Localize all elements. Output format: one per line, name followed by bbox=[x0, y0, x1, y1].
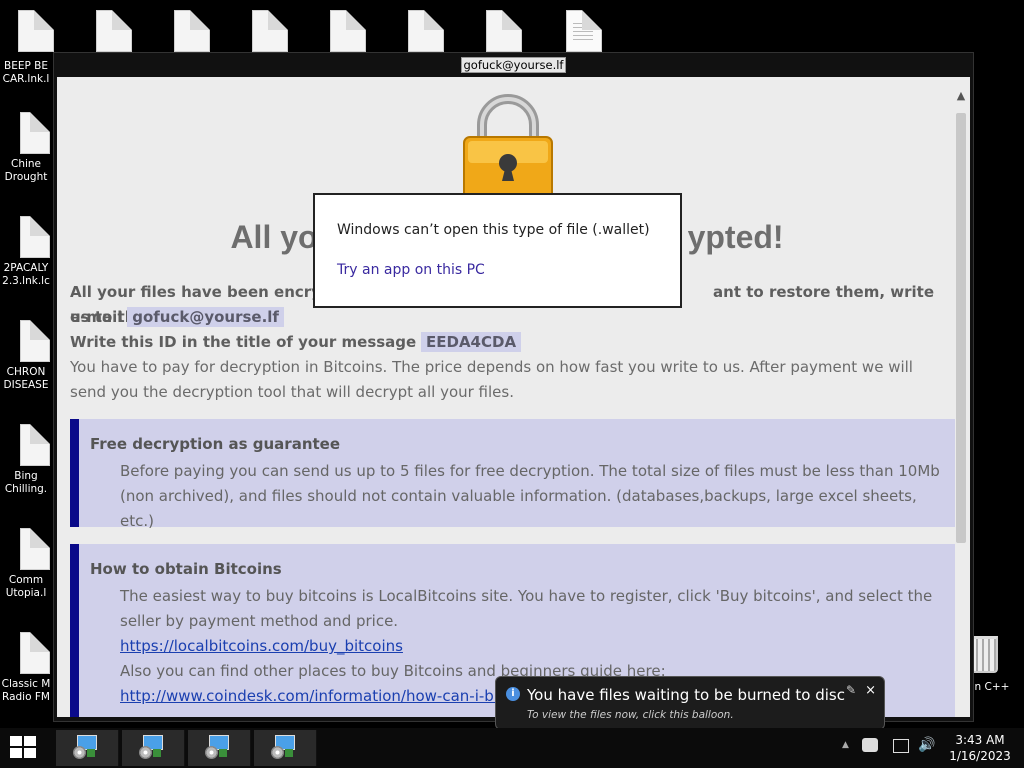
free-decryption-box: Free decryption as guarantee Before payi… bbox=[70, 419, 955, 530]
balloon-subtitle: To view the files now, click this balloo… bbox=[527, 709, 734, 721]
desktop-shortcut-label: Chine Drought bbox=[4, 158, 48, 183]
dialog-message: Windows can’t open this type of file (.w… bbox=[337, 222, 650, 238]
info-icon: i bbox=[506, 687, 520, 701]
desktop-shortcut-label: Classic M Radio FM bbox=[1, 678, 51, 703]
email-line: e-mail gofuck@yourse.lf bbox=[70, 305, 950, 330]
localbitcoins-link[interactable]: https://localbitcoins.com/buy_bitcoins bbox=[120, 634, 955, 659]
contact-email: gofuck@yourse.lf bbox=[127, 307, 284, 327]
desktop-file-icon[interactable] bbox=[174, 10, 210, 52]
window-title-bar[interactable]: gofuck@yourse.lf bbox=[54, 53, 973, 75]
desktop-shortcut-label: CHRON DISEASE bbox=[3, 366, 49, 391]
box-text: The easiest way to buy bitcoins is Local… bbox=[120, 587, 933, 630]
desktop-file-icon[interactable] bbox=[330, 10, 366, 52]
start-button[interactable] bbox=[10, 736, 38, 760]
desktop-shortcut[interactable]: Bing Chilling. bbox=[0, 424, 52, 496]
desktop-shortcut[interactable]: CHRON DISEASE bbox=[0, 320, 52, 392]
desktop-shortcut-label: BEEP BE CAR.lnk.l bbox=[2, 60, 50, 85]
file-icon bbox=[20, 632, 50, 674]
window-title: gofuck@yourse.lf bbox=[460, 57, 567, 73]
scroll-up-arrow-icon[interactable]: ▲ bbox=[954, 89, 968, 103]
desktop-shortcut[interactable]: Comm Utopia.l bbox=[0, 528, 52, 600]
desktop-shortcut[interactable]: 2PACALY 2.3.lnk.lc bbox=[0, 216, 52, 288]
clock-date: 1/16/2023 bbox=[949, 749, 1011, 763]
balloon-close-button[interactable]: × bbox=[865, 683, 876, 698]
id-line: Write this ID in the title of your messa… bbox=[70, 330, 950, 355]
installer-app-icon bbox=[205, 735, 231, 759]
desktop-file-icon[interactable] bbox=[96, 10, 132, 52]
victim-id: EEDA4CDA bbox=[421, 332, 522, 352]
installer-app-icon bbox=[139, 735, 165, 759]
box-title: Free decryption as guarantee bbox=[90, 435, 341, 453]
taskbar-app-button[interactable] bbox=[56, 730, 119, 766]
box-text: Before paying you can send us up to 5 fi… bbox=[120, 462, 940, 530]
system-clock[interactable]: 3:43 AM 1/16/2023 bbox=[945, 732, 1015, 764]
burn-disc-balloon[interactable]: i You have files waiting to be burned to… bbox=[495, 676, 885, 730]
desktop-shortcut-label: Bing Chilling. bbox=[4, 470, 48, 495]
vertical-scrollbar[interactable]: ▲ bbox=[954, 89, 968, 717]
desktop-file-icon[interactable] bbox=[252, 10, 288, 52]
desktop-shortcut[interactable]: BEEP BE CAR.lnk.l bbox=[0, 10, 52, 86]
desktop-shortcut-label: 2PACALY 2.3.lnk.lc bbox=[2, 262, 50, 287]
balloon-title: You have files waiting to be burned to d… bbox=[527, 686, 845, 704]
taskbar-app-button[interactable] bbox=[254, 730, 317, 766]
installer-app-icon bbox=[73, 735, 99, 759]
pin-icon[interactable]: ✎ bbox=[846, 683, 856, 697]
desktop-document-icon[interactable] bbox=[566, 10, 602, 52]
taskbar-app-button[interactable] bbox=[188, 730, 251, 766]
padlock-icon bbox=[463, 94, 553, 203]
desktop-file-icon[interactable] bbox=[408, 10, 444, 52]
file-icon bbox=[20, 216, 50, 258]
file-icon bbox=[20, 112, 50, 154]
file-icon bbox=[20, 424, 50, 466]
box-title: How to obtain Bitcoins bbox=[90, 560, 282, 578]
desktop-shortcut-label: Comm Utopia.l bbox=[5, 574, 47, 599]
show-hidden-icons-chevron-icon[interactable]: ▲ bbox=[842, 740, 849, 750]
windows-logo-icon bbox=[10, 736, 22, 746]
try-app-link[interactable]: Try an app on this PC bbox=[337, 262, 485, 278]
file-icon bbox=[20, 528, 50, 570]
volume-icon[interactable]: 🔊 bbox=[918, 737, 935, 753]
open-with-dialog: Windows can’t open this type of file (.w… bbox=[313, 193, 682, 308]
desktop-shortcut[interactable]: Chine Drought bbox=[0, 112, 52, 184]
network-icon[interactable] bbox=[893, 739, 909, 753]
desktop-file-icon[interactable] bbox=[486, 10, 522, 52]
disc-burner-tray-icon[interactable] bbox=[862, 738, 878, 752]
ransom-note-content: ▲ All yo ypted! All your files have been … bbox=[57, 77, 970, 717]
payment-instructions: You have to pay for decryption in Bitcoi… bbox=[70, 358, 913, 401]
scroll-thumb[interactable] bbox=[956, 113, 966, 543]
installer-app-icon bbox=[271, 735, 297, 759]
taskbar: ▲ 🔊 3:43 AM 1/16/2023 bbox=[0, 728, 1024, 768]
desktop-shortcut[interactable]: Classic M Radio FM bbox=[0, 632, 52, 704]
file-icon bbox=[20, 320, 50, 362]
taskbar-app-button[interactable] bbox=[122, 730, 185, 766]
ransom-note-window: gofuck@yourse.lf ▲ All yo ypted! All your… bbox=[53, 52, 974, 722]
clock-time: 3:43 AM bbox=[955, 733, 1005, 747]
